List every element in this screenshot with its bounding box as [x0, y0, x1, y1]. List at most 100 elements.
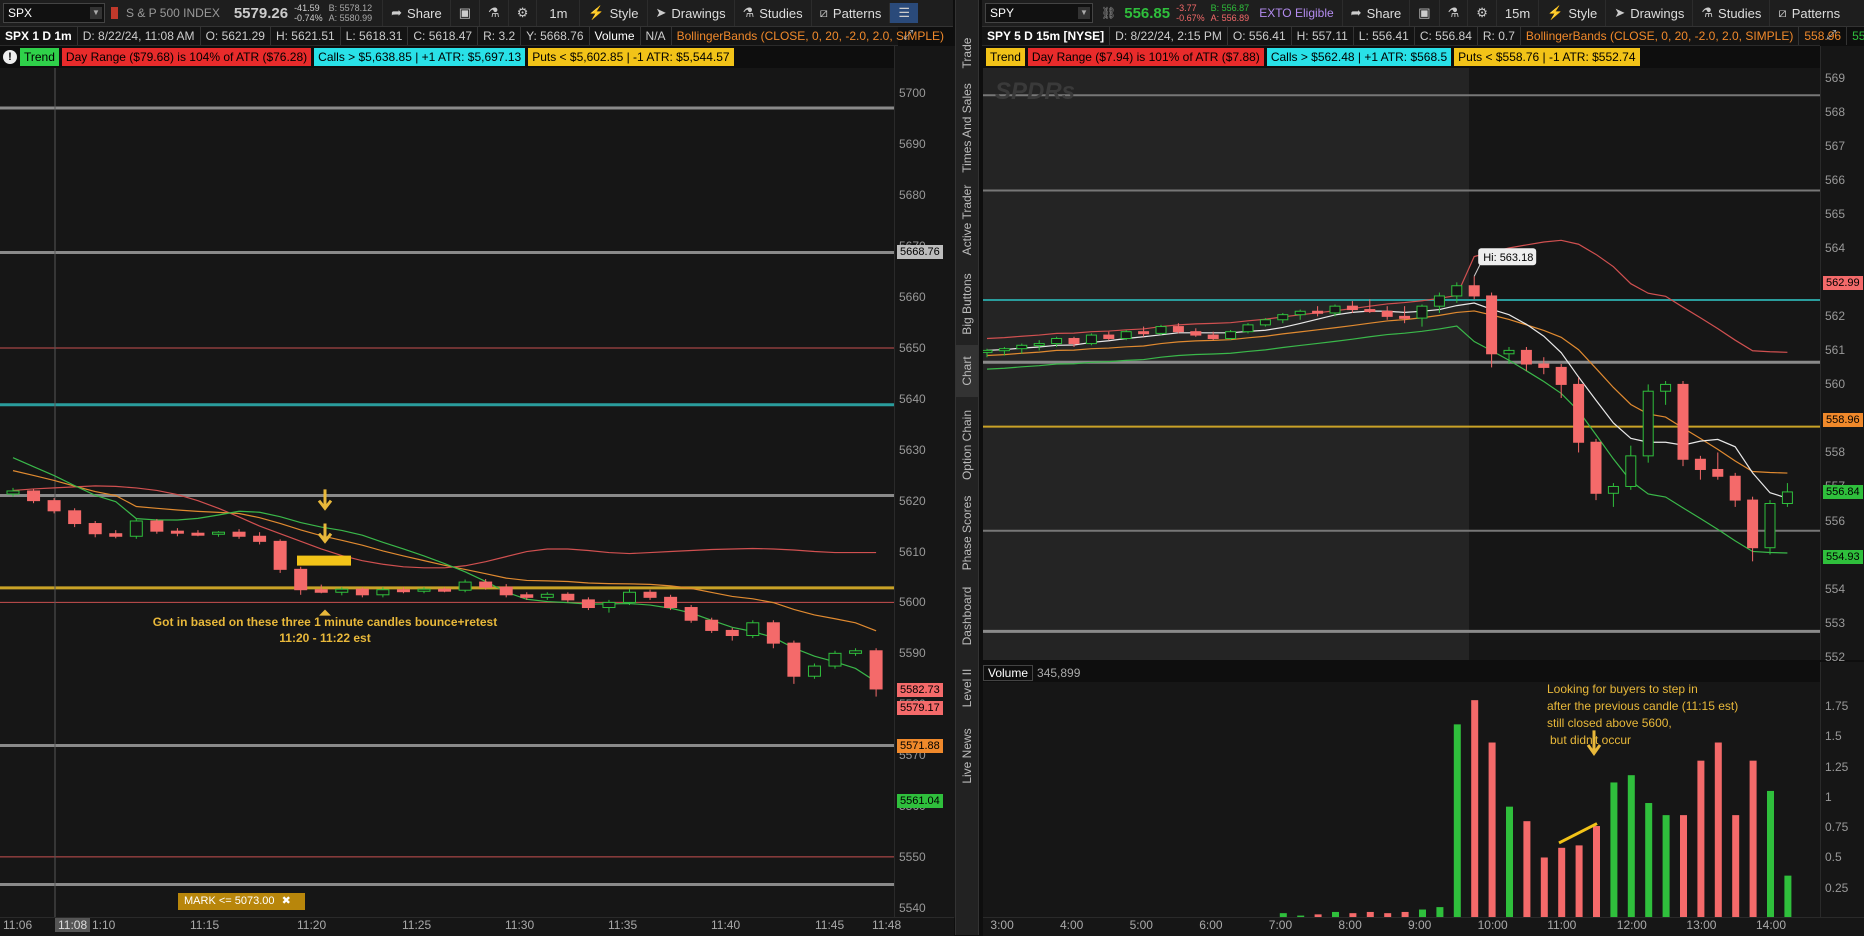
chart-config-icon[interactable]: ⤢ — [1826, 27, 1840, 42]
volume-bar — [1610, 782, 1618, 918]
side-tab-big-buttons[interactable]: Big Buttons — [956, 268, 978, 340]
hi-label: Hi: 563.18 — [1483, 252, 1533, 264]
side-tab-label: Chart — [960, 356, 974, 386]
spx-price-chart[interactable] — [0, 68, 894, 918]
right-info-bar: SPY 5 D 15m [NYSE] D: 8/22/24, 2:15 PM O… — [982, 27, 1864, 46]
chevron-down-icon[interactable]: ▼ — [90, 7, 102, 19]
x-tick: 11:15 — [190, 918, 220, 932]
candle — [6, 490, 20, 495]
side-tab-live-news[interactable]: Live News — [956, 722, 978, 790]
candle — [1172, 326, 1184, 333]
style-button[interactable]: ⚡ Style — [1538, 0, 1605, 26]
flag-icon[interactable] — [111, 7, 118, 19]
drawings-button[interactable]: ➤ Drawings — [1605, 0, 1692, 26]
side-tab-phase-scores[interactable]: Phase Scores — [956, 490, 978, 575]
candle — [1625, 455, 1637, 487]
candle — [1694, 458, 1706, 470]
candle — [1277, 314, 1289, 321]
settings-button[interactable]: ⚙ — [507, 0, 537, 26]
side-tab-dashboard[interactable]: Dashboard — [956, 578, 978, 653]
spx-price-axis[interactable]: 5700569056805670566056505640563056205610… — [894, 46, 955, 918]
menu-button[interactable]: ☰ — [889, 3, 918, 23]
candle — [499, 586, 513, 596]
timeframe-button[interactable]: 15m — [1495, 0, 1538, 26]
alert-icon[interactable]: ! — [3, 50, 17, 64]
annotation-text: Got in based on these three 1 minute can… — [152, 615, 498, 629]
bar-range: R: 3.2 — [478, 27, 522, 45]
flask-button[interactable]: ⚗ — [479, 0, 508, 26]
volume-label: Volume — [983, 665, 1034, 681]
side-tab-chart[interactable]: Chart — [956, 345, 978, 397]
chart-config-icon[interactable]: ⤢ — [903, 27, 917, 42]
link-icon[interactable]: ⛓ — [1101, 6, 1116, 20]
x-tick: 9:00 — [1408, 918, 1432, 932]
volume-bar — [1506, 806, 1513, 918]
side-tab-option-chain[interactable]: Option Chain — [956, 400, 978, 490]
x-tick: 11:30 — [505, 918, 535, 932]
timeframe-button[interactable]: 1m — [536, 0, 579, 26]
chart-title: SPX 1 D 1m — [0, 27, 78, 45]
spy-price-chart[interactable]: Hi: 563.18 — [983, 68, 1820, 660]
share-button[interactable]: ➦ Share — [382, 0, 450, 26]
side-tab-trade[interactable]: Trade — [956, 28, 978, 78]
candle — [68, 510, 82, 525]
studies-button[interactable]: ⚗ Studies — [1692, 0, 1769, 26]
side-tab-active-trader[interactable]: Active Trader — [956, 180, 978, 260]
x-tick: 7:00 — [1268, 918, 1293, 932]
trade-annotation: Got in based on these three 1 minute can… — [120, 614, 530, 646]
spy-time-axis[interactable]: 3:00 4:00 5:00 6:00 7:00 8:00 9:00 10:00 11:00 12… — [983, 917, 1864, 936]
watermark: SPDRs — [995, 78, 1076, 105]
snapshot-button[interactable]: ▣ — [1409, 0, 1438, 26]
flask-button[interactable]: ⚗ — [1438, 0, 1468, 26]
flask-icon: ⚗ — [1701, 5, 1714, 20]
candle — [828, 652, 842, 667]
candle — [1573, 383, 1585, 443]
side-tab-times-and-sales[interactable]: Times And Sales — [956, 80, 978, 175]
symbol-input[interactable]: SPX ▼ — [3, 3, 105, 23]
exto-badge[interactable]: EXTO Eligible — [1259, 6, 1333, 20]
candle — [376, 589, 390, 596]
candle — [1590, 441, 1602, 494]
candle — [396, 589, 410, 593]
side-tab-label: Phase Scores — [960, 495, 974, 570]
share-button[interactable]: ➦ Share — [1341, 0, 1410, 26]
spy-price-axis[interactable]: 5695685675665655645635625615605595585575… — [1820, 46, 1864, 664]
settings-button[interactable]: ⚙ — [1467, 0, 1496, 26]
mark-order-label[interactable]: MARK <= 5073.00 ✖ — [178, 893, 305, 910]
bar-open: O: 556.41 — [1228, 27, 1292, 45]
net-change: -41.59 — [294, 3, 320, 13]
spx-time-axis[interactable]: 11:06 11:08 1:10 11:15 11:20 11:25 11:30 11:35 1… — [0, 917, 954, 936]
volume-annotation: Looking for buyers to step in after the … — [1547, 681, 1738, 749]
y-tick: 554 — [1825, 581, 1846, 596]
side-tab-level-ii[interactable]: Level II — [956, 655, 978, 720]
chevron-down-icon[interactable]: ▼ — [1078, 7, 1090, 19]
volume-axis[interactable]: 1.75 1.5 1.25 1 0.75 0.5 0.25 — [1820, 662, 1864, 918]
style-button[interactable]: ⚡ Style — [579, 0, 646, 26]
close-icon[interactable]: ✖ — [282, 895, 291, 907]
candle — [602, 601, 616, 609]
y-tick: 5700 — [899, 86, 926, 101]
x-tick: 12:00 — [1616, 918, 1647, 932]
patterns-button[interactable]: ⧄ Patterns — [810, 0, 890, 26]
bar-date: D: 8/22/24, 2:15 PM — [1110, 27, 1228, 45]
drawings-button[interactable]: ➤ Drawings — [646, 0, 734, 26]
candle — [1729, 475, 1741, 501]
side-tab-label: Big Buttons — [960, 273, 974, 335]
symbol-input[interactable]: SPY ▼ — [985, 3, 1093, 23]
y-tick: 561 — [1825, 343, 1846, 358]
candle — [1416, 305, 1428, 319]
volume-tick: 1.25 — [1825, 759, 1849, 774]
studies-button[interactable]: ⚗ Studies — [733, 0, 811, 26]
flask-icon: ⚗ — [742, 5, 755, 20]
candle — [1033, 343, 1045, 347]
candle — [1399, 315, 1411, 319]
bollinger-label: BollingerBands (CLOSE, 0, 20, -2.0, 2.0,… — [1521, 27, 1800, 45]
y-tick: 566 — [1825, 173, 1846, 188]
snapshot-button[interactable]: ▣ — [449, 0, 479, 26]
patterns-button[interactable]: ⧄ Patterns — [1769, 0, 1848, 26]
volume-bar — [1523, 821, 1531, 918]
volume-bar — [1488, 742, 1496, 918]
calls-tag: Calls > $562.48 | +1 ATR: $568.5 — [1266, 48, 1452, 66]
candle — [1207, 334, 1219, 339]
x-tick: 6:00 — [1199, 918, 1223, 932]
